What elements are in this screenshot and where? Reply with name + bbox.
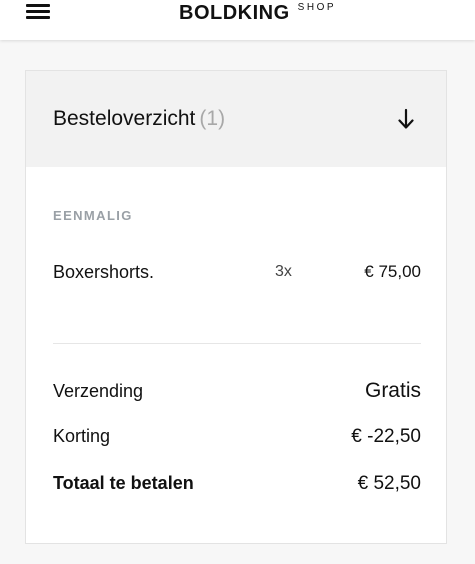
- discount-value: € -22,50: [351, 426, 421, 447]
- item-price: € 75,00: [364, 262, 421, 281]
- order-summary-toggle[interactable]: Besteloverzicht (1): [26, 71, 446, 167]
- discount-label: Korting: [53, 426, 111, 446]
- item-count: (1): [199, 107, 226, 130]
- top-bar: BOLDKING SHOP: [0, 0, 475, 40]
- divider: [53, 343, 421, 344]
- item-name: Boxershorts.: [53, 262, 155, 282]
- total-label: Totaal te betalen: [53, 473, 194, 493]
- order-summary-title: Besteloverzicht (1): [53, 107, 225, 131]
- order-summary-card: Besteloverzicht (1) EENMALIG Boxershorts.…: [25, 70, 447, 544]
- menu-icon[interactable]: [26, 2, 50, 20]
- shipping-label: Verzending: [53, 381, 144, 401]
- logo-main-text: BOLDKING: [179, 2, 290, 24]
- order-summary-title-text: Besteloverzicht: [53, 107, 196, 130]
- item-quantity: 3x: [275, 263, 292, 280]
- order-item-row: Boxershorts. 3x € 75,00: [53, 262, 421, 286]
- logo-sub-text: SHOP: [297, 2, 337, 13]
- shipping-value: Gratis: [364, 379, 421, 402]
- logo[interactable]: BOLDKING SHOP: [179, 1, 336, 25]
- arrow-down-icon[interactable]: [397, 108, 415, 130]
- total-value: € 52,50: [357, 473, 421, 494]
- section-label-once: EENMALIG: [53, 208, 133, 223]
